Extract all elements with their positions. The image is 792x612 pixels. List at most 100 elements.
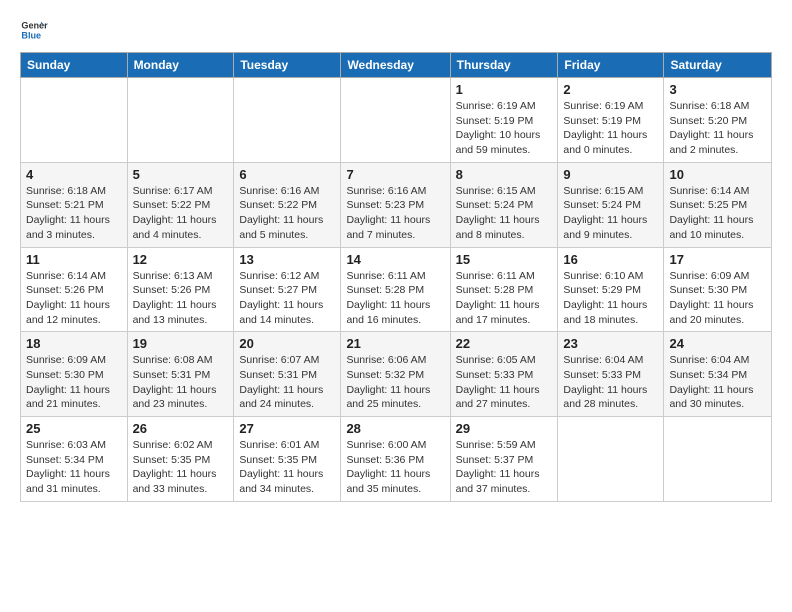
calendar-cell: 13Sunrise: 6:12 AMSunset: 5:27 PMDayligh… [234,247,341,332]
calendar-cell: 15 Sunrise: 6:11 AMSunset: 5:28 PMDayligh… [450,247,558,332]
day-header-sunday: Sunday [21,53,128,78]
day-info: Sunrise: 6:00 AMSunset: 5:36 PMDaylight:… [346,438,444,497]
day-info: Sunrise: 6:12 AMSunset: 5:27 PMDaylight:… [239,269,335,328]
day-info: Sunrise: 6:09 AMSunset: 5:30 PMDaylight:… [669,269,766,328]
calendar-cell: 23Sunrise: 6:04 AMSunset: 5:33 PMDayligh… [558,332,664,417]
calendar-cell: 4 Sunrise: 6:18 AMSunset: 5:21 PMDaylight… [21,162,128,247]
day-info: Sunrise: 6:16 AMSunset: 5:23 PMDaylight:… [346,184,444,243]
day-number: 20 [239,336,335,351]
day-info: Sunrise: 6:08 AMSunset: 5:31 PMDaylight:… [133,353,229,412]
calendar-cell: 25Sunrise: 6:03 AMSunset: 5:34 PMDayligh… [21,417,128,502]
day-number: 3 [669,82,766,97]
logo: General Blue [20,16,52,44]
day-info: Sunrise: 6:01 AMSunset: 5:35 PMDaylight:… [239,438,335,497]
day-number: 12 [133,252,229,267]
week-row-1: 4 Sunrise: 6:18 AMSunset: 5:21 PMDaylight… [21,162,772,247]
day-number: 24 [669,336,766,351]
day-number: 2 [563,82,658,97]
calendar-header: SundayMondayTuesdayWednesdayThursdayFrid… [21,53,772,78]
day-number: 9 [563,167,658,182]
day-number: 14 [346,252,444,267]
calendar: SundayMondayTuesdayWednesdayThursdayFrid… [20,52,772,502]
day-number: 1 [456,82,553,97]
day-info: Sunrise: 6:07 AMSunset: 5:31 PMDaylight:… [239,353,335,412]
calendar-cell: 5Sunrise: 6:17 AMSunset: 5:22 PMDaylight… [127,162,234,247]
day-number: 22 [456,336,553,351]
calendar-cell: 28 Sunrise: 6:00 AMSunset: 5:36 PMDayligh… [341,417,450,502]
calendar-cell [341,78,450,163]
day-number: 27 [239,421,335,436]
calendar-cell: 14 Sunrise: 6:11 AMSunset: 5:28 PMDayligh… [341,247,450,332]
header: General Blue [20,16,772,44]
day-number: 10 [669,167,766,182]
day-number: 26 [133,421,229,436]
calendar-cell: 18 Sunrise: 6:09 AMSunset: 5:30 PMDayligh… [21,332,128,417]
day-info: Sunrise: 6:18 AMSunset: 5:20 PMDaylight:… [669,99,766,158]
day-number: 25 [26,421,122,436]
day-info: Sunrise: 6:04 AMSunset: 5:34 PMDaylight:… [669,353,766,412]
week-row-0: 1 Sunrise: 6:19 AMSunset: 5:19 PMDaylight… [21,78,772,163]
calendar-cell: 21 Sunrise: 6:06 AMSunset: 5:32 PMDayligh… [341,332,450,417]
calendar-cell: 8 Sunrise: 6:15 AMSunset: 5:24 PMDaylight… [450,162,558,247]
day-info: Sunrise: 6:17 AMSunset: 5:22 PMDaylight:… [133,184,229,243]
day-info: Sunrise: 6:19 AMSunset: 5:19 PMDaylight:… [563,99,658,158]
day-info: Sunrise: 6:11 AMSunset: 5:28 PMDaylight:… [346,269,444,328]
calendar-cell: 1Sunrise: 6:19 AMSunset: 5:19 PMDaylight… [450,78,558,163]
day-number: 17 [669,252,766,267]
calendar-cell: 24 Sunrise: 6:04 AMSunset: 5:34 PMDayligh… [664,332,772,417]
calendar-cell: 9 Sunrise: 6:15 AMSunset: 5:24 PMDaylight… [558,162,664,247]
day-number: 21 [346,336,444,351]
calendar-cell [127,78,234,163]
week-row-4: 25Sunrise: 6:03 AMSunset: 5:34 PMDayligh… [21,417,772,502]
header-row: SundayMondayTuesdayWednesdayThursdayFrid… [21,53,772,78]
calendar-cell: 10 Sunrise: 6:14 AMSunset: 5:25 PMDayligh… [664,162,772,247]
day-number: 15 [456,252,553,267]
calendar-cell [234,78,341,163]
calendar-cell: 22 Sunrise: 6:05 AMSunset: 5:33 PMDayligh… [450,332,558,417]
day-info: Sunrise: 6:18 AMSunset: 5:21 PMDaylight:… [26,184,122,243]
day-number: 18 [26,336,122,351]
calendar-cell [558,417,664,502]
calendar-cell [21,78,128,163]
day-info: Sunrise: 6:11 AMSunset: 5:28 PMDaylight:… [456,269,553,328]
day-number: 7 [346,167,444,182]
day-info: Sunrise: 5:59 AMSunset: 5:37 PMDaylight:… [456,438,553,497]
calendar-cell: 16Sunrise: 6:10 AMSunset: 5:29 PMDayligh… [558,247,664,332]
week-row-2: 11 Sunrise: 6:14 AMSunset: 5:26 PMDayligh… [21,247,772,332]
day-info: Sunrise: 6:05 AMSunset: 5:33 PMDaylight:… [456,353,553,412]
logo-icon: General Blue [20,16,48,44]
calendar-cell: 12 Sunrise: 6:13 AMSunset: 5:26 PMDayligh… [127,247,234,332]
day-info: Sunrise: 6:14 AMSunset: 5:25 PMDaylight:… [669,184,766,243]
day-number: 4 [26,167,122,182]
calendar-cell: 26 Sunrise: 6:02 AMSunset: 5:35 PMDayligh… [127,417,234,502]
calendar-cell: 2 Sunrise: 6:19 AMSunset: 5:19 PMDaylight… [558,78,664,163]
day-info: Sunrise: 6:09 AMSunset: 5:30 PMDaylight:… [26,353,122,412]
day-header-friday: Friday [558,53,664,78]
day-info: Sunrise: 6:15 AMSunset: 5:24 PMDaylight:… [456,184,553,243]
day-number: 8 [456,167,553,182]
day-info: Sunrise: 6:14 AMSunset: 5:26 PMDaylight:… [26,269,122,328]
day-info: Sunrise: 6:10 AMSunset: 5:29 PMDaylight:… [563,269,658,328]
day-header-wednesday: Wednesday [341,53,450,78]
svg-text:General: General [21,21,48,31]
calendar-cell: 29 Sunrise: 5:59 AMSunset: 5:37 PMDayligh… [450,417,558,502]
day-header-thursday: Thursday [450,53,558,78]
calendar-cell: 3 Sunrise: 6:18 AMSunset: 5:20 PMDaylight… [664,78,772,163]
day-header-saturday: Saturday [664,53,772,78]
day-info: Sunrise: 6:16 AMSunset: 5:22 PMDaylight:… [239,184,335,243]
day-info: Sunrise: 6:15 AMSunset: 5:24 PMDaylight:… [563,184,658,243]
day-info: Sunrise: 6:13 AMSunset: 5:26 PMDaylight:… [133,269,229,328]
calendar-body: 1 Sunrise: 6:19 AMSunset: 5:19 PMDaylight… [21,78,772,502]
calendar-cell: 11 Sunrise: 6:14 AMSunset: 5:26 PMDayligh… [21,247,128,332]
calendar-cell [664,417,772,502]
day-number: 11 [26,252,122,267]
week-row-3: 18 Sunrise: 6:09 AMSunset: 5:30 PMDayligh… [21,332,772,417]
calendar-cell: 20 Sunrise: 6:07 AMSunset: 5:31 PMDayligh… [234,332,341,417]
calendar-cell: 7 Sunrise: 6:16 AMSunset: 5:23 PMDaylight… [341,162,450,247]
day-header-tuesday: Tuesday [234,53,341,78]
day-number: 29 [456,421,553,436]
day-header-monday: Monday [127,53,234,78]
day-number: 28 [346,421,444,436]
day-info: Sunrise: 6:06 AMSunset: 5:32 PMDaylight:… [346,353,444,412]
day-info: Sunrise: 6:02 AMSunset: 5:35 PMDaylight:… [133,438,229,497]
